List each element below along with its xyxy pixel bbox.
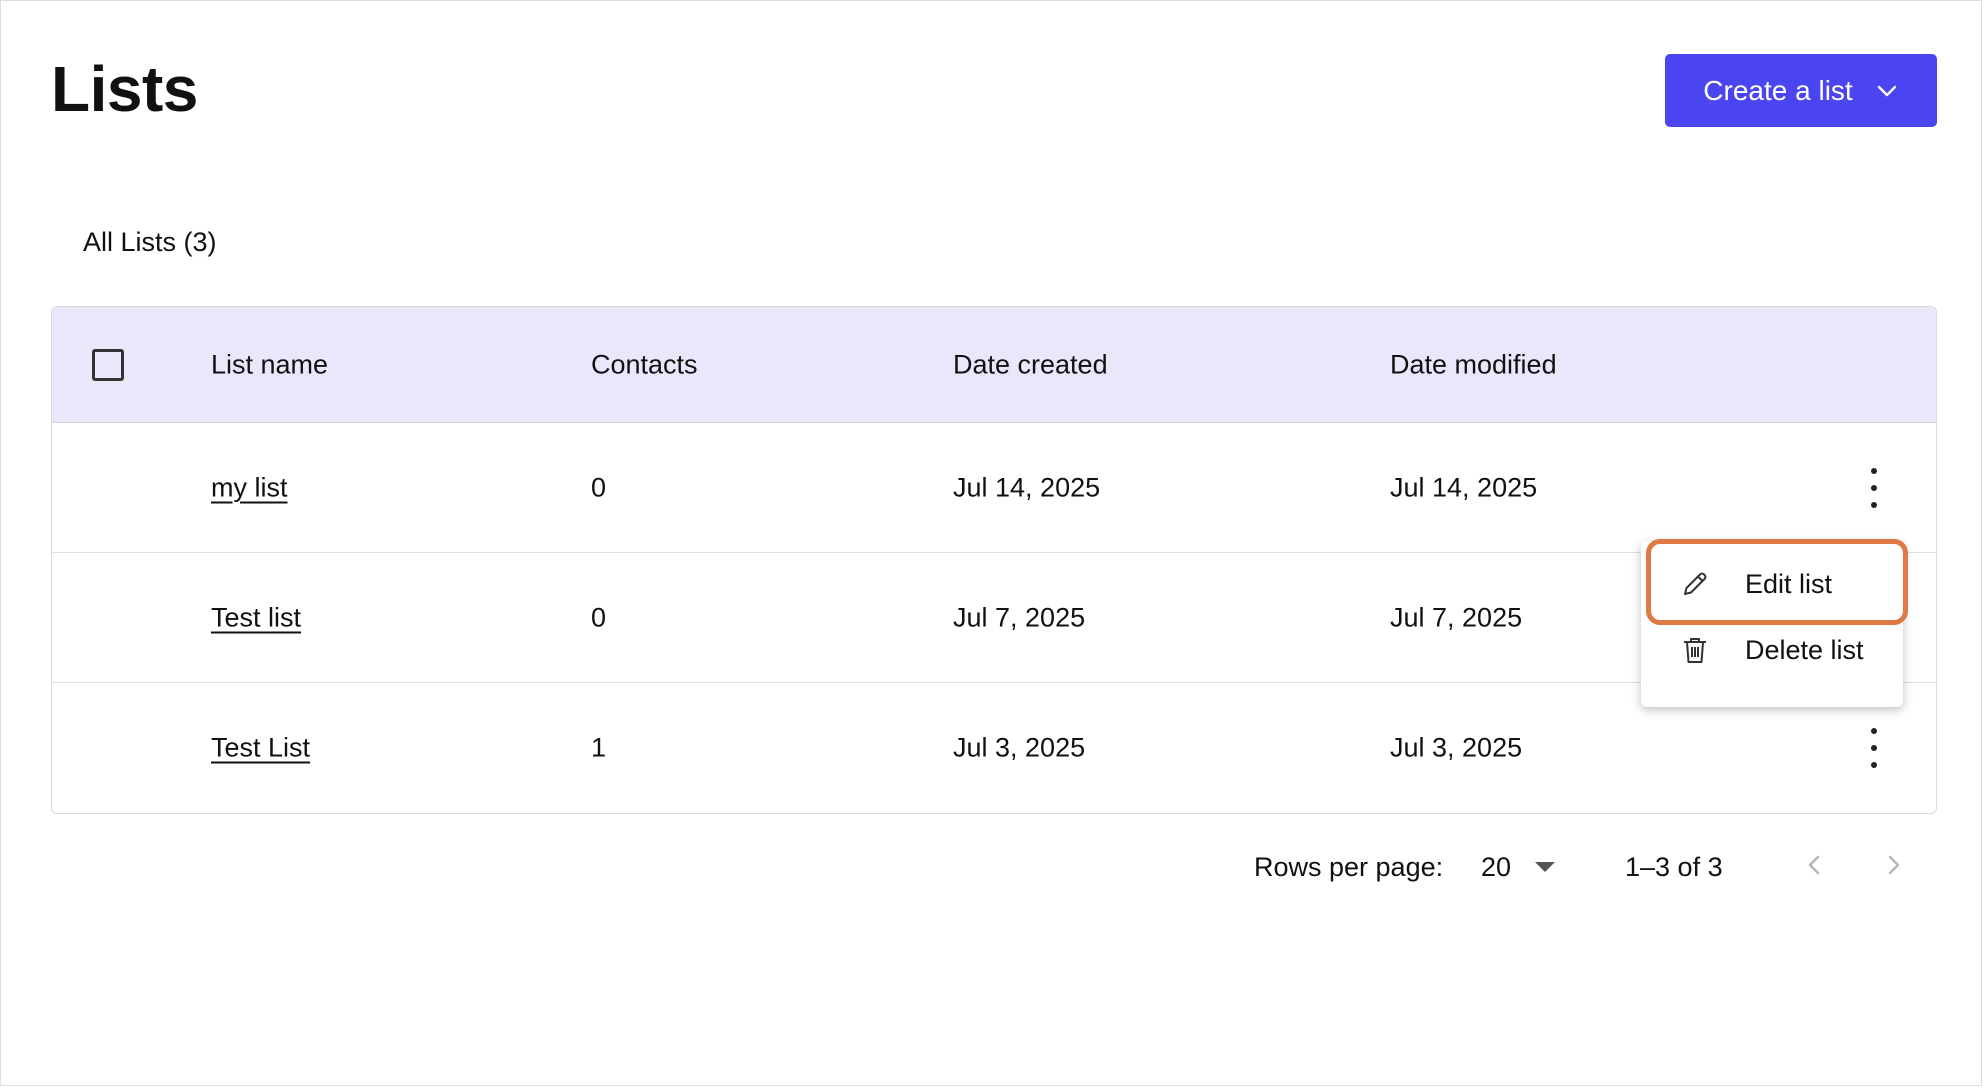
more-options-icon[interactable] [1864, 467, 1884, 508]
page-title: Lists [51, 53, 198, 125]
column-header-date-created[interactable]: Date created [953, 349, 1108, 380]
caret-down-icon [1535, 862, 1556, 872]
create-list-button-label: Create a list [1703, 74, 1853, 106]
pagination-range: 1–3 of 3 [1625, 851, 1723, 882]
menu-item-label: Delete list [1745, 634, 1864, 665]
contacts-count: 1 [591, 732, 607, 763]
create-list-button[interactable]: Create a list [1665, 54, 1937, 127]
column-header-contacts[interactable]: Contacts [591, 349, 698, 380]
date-modified: Jul 14, 2025 [1390, 472, 1538, 502]
select-all-checkbox[interactable] [92, 348, 124, 381]
chevron-left-icon [1803, 853, 1827, 882]
rows-per-page-label: Rows per page: [1254, 851, 1444, 882]
date-created: Jul 14, 2025 [953, 472, 1101, 502]
contacts-count: 0 [591, 472, 607, 502]
row-actions-menu: Edit list Delete list [1641, 541, 1903, 707]
table-header: List name Contacts Date created Date mod… [52, 307, 1936, 423]
previous-page-button[interactable] [1797, 849, 1833, 885]
pencil-icon [1679, 568, 1711, 600]
list-name-link[interactable]: Test list [211, 602, 301, 632]
date-created: Jul 7, 2025 [953, 602, 1086, 632]
menu-item-label: Edit list [1745, 568, 1833, 599]
more-options-icon[interactable] [1864, 728, 1884, 768]
date-created: Jul 3, 2025 [953, 732, 1086, 763]
date-modified: Jul 3, 2025 [1390, 732, 1523, 763]
list-name-link[interactable]: Test List [211, 733, 310, 763]
contacts-count: 0 [591, 602, 607, 632]
column-header-list-name[interactable]: List name [211, 349, 328, 380]
menu-item-edit-list[interactable]: Edit list [1641, 553, 1903, 615]
column-header-date-modified[interactable]: Date modified [1390, 349, 1557, 380]
list-name-link[interactable]: my list [211, 472, 288, 502]
menu-item-delete-list[interactable]: Delete list [1641, 619, 1903, 681]
trash-icon [1679, 634, 1711, 666]
lists-page: Lists Create a list All Lists (3) List n… [0, 0, 1982, 1086]
date-modified: Jul 7, 2025 [1390, 602, 1523, 632]
rows-per-page-value: 20 [1481, 851, 1512, 882]
rows-per-page-select[interactable]: 20 [1481, 847, 1556, 887]
tab-all-lists[interactable]: All Lists (3) [83, 225, 217, 259]
chevron-down-icon [1875, 79, 1899, 103]
table-row: my list 0 Jul 14, 2025 Jul 14, 2025 [52, 423, 1936, 553]
next-page-button[interactable] [1875, 849, 1911, 885]
chevron-right-icon [1881, 853, 1905, 882]
